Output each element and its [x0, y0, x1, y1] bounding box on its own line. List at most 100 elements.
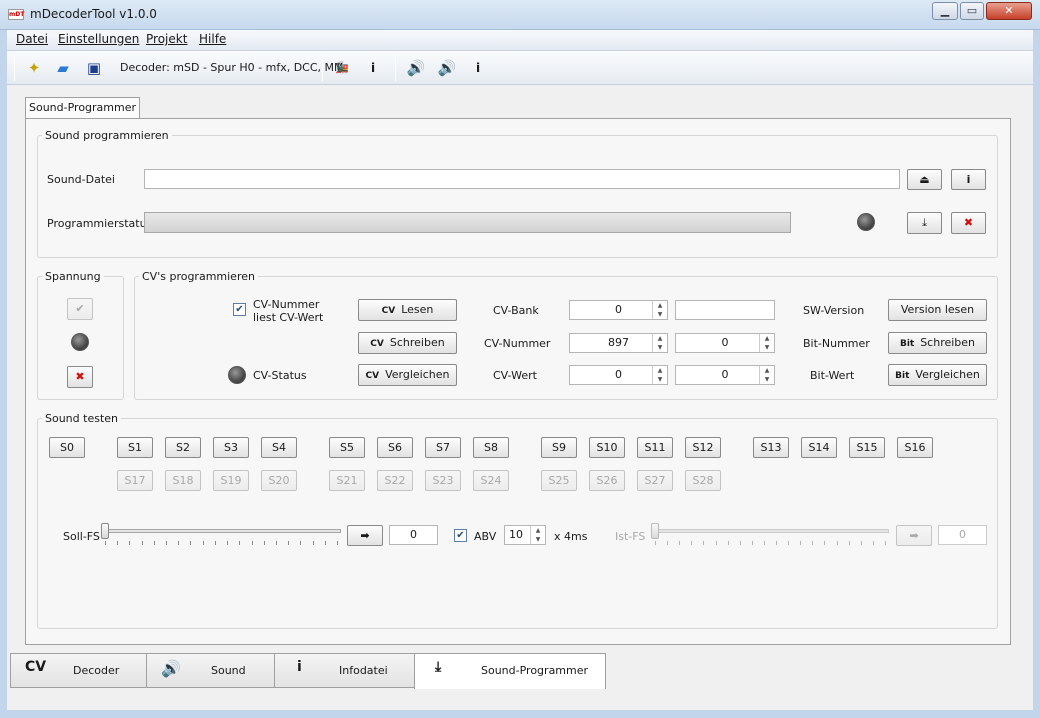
- sound-button-s9[interactable]: S9: [541, 437, 577, 458]
- spannung-on-button[interactable]: ✔: [67, 298, 93, 320]
- cv-vergleichen-button[interactable]: CV Vergleichen: [358, 364, 457, 386]
- sound-button-s28: S28: [685, 470, 721, 491]
- abv-spinbox[interactable]: 10 ▲ ▼: [504, 525, 546, 545]
- spin-arrows-icon[interactable]: ▲ ▼: [652, 301, 667, 319]
- cv-wert-spinbox[interactable]: 0 ▲ ▼: [569, 365, 668, 385]
- sound-file-input[interactable]: [144, 169, 900, 189]
- close-button[interactable]: ✕: [986, 2, 1032, 20]
- sound-button-s12[interactable]: S12: [685, 437, 721, 458]
- slider-tick: [885, 541, 886, 545]
- spin-arrows-icon[interactable]: ▲ ▼: [652, 334, 667, 352]
- bit-wert-spinbox[interactable]: 0 ▲ ▼: [675, 365, 775, 385]
- spin-arrows-icon[interactable]: ▲ ▼: [652, 366, 667, 384]
- bit-schreiben-button[interactable]: Bit Schreiben: [888, 332, 987, 354]
- sound-button-s11[interactable]: S11: [637, 437, 673, 458]
- bit-vergleichen-button[interactable]: Bit Vergleichen: [888, 364, 987, 386]
- slider-tick: [105, 541, 106, 545]
- cv-read-checkbox[interactable]: ✔: [233, 303, 246, 316]
- sound-button-s0[interactable]: S0: [49, 437, 85, 458]
- sound-button-s8[interactable]: S8: [473, 437, 509, 458]
- sound-button-s6[interactable]: S6: [377, 437, 413, 458]
- bit-nummer-label: Bit-Nummer: [803, 337, 870, 350]
- sound-file-label: Sound-Datei: [47, 173, 115, 186]
- decoder-info-icon[interactable]: i: [362, 57, 384, 79]
- cv-schreiben-button[interactable]: CV Schreiben: [358, 332, 457, 354]
- slider-tick: [679, 541, 681, 545]
- tab-sound-programmer[interactable]: Sound-Programmer: [25, 97, 140, 119]
- slider-tick: [227, 541, 229, 545]
- slider-tick: [251, 541, 253, 545]
- ist-fs-slider-track: [651, 529, 889, 533]
- sound-button-s18: S18: [165, 470, 201, 491]
- cv-lesen-button[interactable]: CV Lesen: [358, 299, 457, 321]
- sound-read-icon[interactable]: 🔊: [436, 57, 458, 79]
- menu-projekt[interactable]: Projekt: [146, 32, 187, 46]
- cv-wert-label: CV-Wert: [493, 369, 537, 382]
- slider-tick: [860, 541, 862, 545]
- soll-fs-slider-handle[interactable]: [101, 523, 109, 539]
- spin-arrows-icon[interactable]: ▲ ▼: [759, 366, 774, 384]
- slider-tick: [300, 541, 302, 545]
- cv-bank-spinbox[interactable]: 0 ▲ ▼: [569, 300, 668, 320]
- slider-tick: [263, 541, 265, 545]
- sound-button-s3[interactable]: S3: [213, 437, 249, 458]
- spin-arrows-icon[interactable]: ▲ ▼: [530, 526, 545, 544]
- menu-einstellungen[interactable]: Einstellungen: [58, 32, 139, 46]
- sound-button-s14[interactable]: S14: [801, 437, 837, 458]
- sound-button-s15[interactable]: S15: [849, 437, 885, 458]
- sound-button-s23: S23: [425, 470, 461, 491]
- sound-button-s16[interactable]: S16: [897, 437, 933, 458]
- sw-version-output: [675, 300, 775, 320]
- maximize-button[interactable]: ▭: [960, 2, 984, 20]
- sound-button-s26: S26: [589, 470, 625, 491]
- arrow-right-icon: ➡: [909, 529, 919, 542]
- soll-fs-slider-track[interactable]: [101, 529, 341, 533]
- sound-info-icon[interactable]: i: [467, 57, 489, 79]
- abv-checkbox[interactable]: ✔: [454, 529, 467, 542]
- load-file-button[interactable]: ⏏: [907, 169, 942, 190]
- sound-button-s2[interactable]: S2: [165, 437, 201, 458]
- program-start-button[interactable]: ⤓: [907, 212, 942, 234]
- soll-fs-label: Soll-FS: [63, 530, 100, 543]
- sound-button-s21: S21: [329, 470, 365, 491]
- minimize-button[interactable]: ▁: [932, 2, 958, 20]
- sound-write-icon[interactable]: 🔊: [405, 57, 427, 79]
- cv-status-led: [228, 366, 246, 384]
- sound-button-s24: S24: [473, 470, 509, 491]
- tab-sound-programmer-bottom[interactable]: ⤓ Sound-Programmer: [414, 653, 606, 689]
- download-icon: ⤓: [435, 659, 442, 675]
- new-file-icon[interactable]: ✦: [23, 57, 45, 79]
- sound-button-s4[interactable]: S4: [261, 437, 297, 458]
- slider-tick: [117, 541, 119, 545]
- tab-infodatei[interactable]: i Infodatei: [274, 653, 415, 688]
- menu-bar: Datei Einstellungen Projekt Hilfe: [7, 30, 1033, 51]
- tab-sound[interactable]: 🔊 Sound: [146, 653, 275, 688]
- program-cancel-button[interactable]: ✖: [951, 212, 986, 234]
- menu-datei[interactable]: Datei: [16, 32, 48, 46]
- file-info-button[interactable]: i: [951, 169, 986, 190]
- checkmark-icon: ✔: [75, 302, 85, 315]
- version-lesen-button[interactable]: Version lesen: [888, 299, 987, 321]
- sound-button-s10[interactable]: S10: [589, 437, 625, 458]
- window-frame-bottom: [0, 710, 1040, 718]
- sound-button-s5[interactable]: S5: [329, 437, 365, 458]
- spin-arrows-icon[interactable]: ▲ ▼: [759, 334, 774, 352]
- slider-tick: [848, 541, 850, 545]
- save-icon[interactable]: ▣: [83, 57, 105, 79]
- menu-hilfe[interactable]: Hilfe: [199, 32, 226, 46]
- sound-button-s7[interactable]: S7: [425, 437, 461, 458]
- group-title-cv: CV's programmieren: [139, 270, 258, 283]
- slider-tick: [288, 541, 290, 545]
- soll-fs-send-button[interactable]: ➡: [347, 525, 383, 546]
- bit-nummer-spinbox[interactable]: 0 ▲ ▼: [675, 333, 775, 353]
- sound-button-s13[interactable]: S13: [753, 437, 789, 458]
- spannung-off-button[interactable]: ✖: [67, 366, 93, 388]
- spannung-led: [71, 333, 89, 351]
- soll-fs-value[interactable]: 0: [389, 525, 438, 545]
- slider-tick: [214, 541, 216, 545]
- open-folder-icon[interactable]: ▰: [52, 57, 74, 79]
- tab-decoder[interactable]: CV Decoder: [10, 653, 147, 688]
- decoder-read-icon[interactable]: 🚂: [331, 57, 353, 79]
- cv-nummer-spinbox[interactable]: 897 ▲ ▼: [569, 333, 668, 353]
- sound-button-s1[interactable]: S1: [117, 437, 153, 458]
